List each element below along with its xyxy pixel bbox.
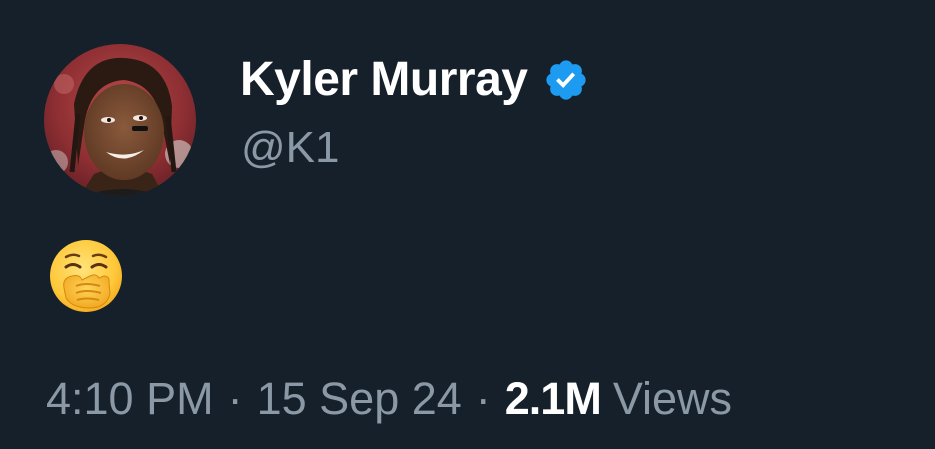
tweet-meta: 4:10 PM · 15 Sep 24 · 2.1M Views xyxy=(46,372,732,426)
verified-badge-icon[interactable] xyxy=(543,57,589,103)
profile-photo xyxy=(44,44,196,196)
views-count: 2.1M xyxy=(504,373,602,424)
tweet-time[interactable]: 4:10 PM xyxy=(46,372,214,426)
views-label: Views xyxy=(612,373,733,424)
user-handle[interactable]: @K1 xyxy=(241,122,339,174)
tweet-date[interactable]: 15 Sep 24 xyxy=(257,372,462,426)
display-name[interactable]: Kyler Murray xyxy=(240,52,528,108)
tweet-card: Kyler Murray @K1 4:10 PM · 15 Sep 24 · 2… xyxy=(0,0,935,449)
display-name-row: Kyler Murray xyxy=(240,52,589,108)
avatar[interactable] xyxy=(44,44,196,196)
tweet-text xyxy=(46,236,126,316)
separator-dot: · xyxy=(227,373,243,424)
separator-dot: · xyxy=(475,373,491,424)
yawning-face-icon xyxy=(46,236,126,316)
